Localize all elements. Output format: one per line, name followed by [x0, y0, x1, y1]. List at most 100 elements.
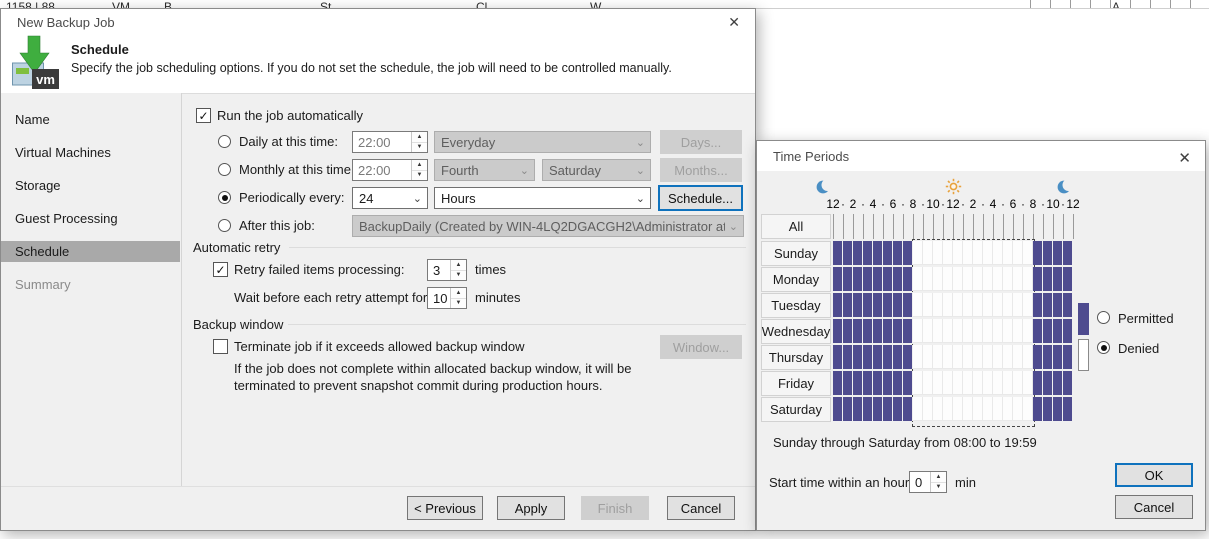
time-cell[interactable] [963, 371, 973, 395]
time-cell[interactable] [833, 345, 843, 369]
cancel-button[interactable]: Cancel [667, 496, 735, 520]
time-cell[interactable] [903, 345, 913, 369]
time-cell[interactable] [1063, 241, 1073, 265]
time-cell[interactable] [833, 241, 843, 265]
time-cell[interactable] [883, 293, 893, 317]
time-cell[interactable] [883, 371, 893, 395]
permitted-radio[interactable] [1097, 311, 1110, 324]
time-cell[interactable] [903, 241, 913, 265]
time-cell[interactable] [913, 241, 923, 265]
retry-count-spinner[interactable]: 3 ▲▼ [427, 259, 467, 281]
denied-radio[interactable] [1097, 341, 1110, 354]
time-cell[interactable] [963, 345, 973, 369]
time-cell[interactable] [913, 345, 923, 369]
time-cell[interactable] [1003, 293, 1013, 317]
time-cell[interactable] [853, 345, 863, 369]
time-cell[interactable] [843, 293, 853, 317]
time-cell[interactable] [1013, 319, 1023, 343]
time-cell[interactable] [863, 345, 873, 369]
time-cell[interactable] [993, 293, 1003, 317]
time-cell[interactable] [993, 267, 1003, 291]
day-button-friday[interactable]: Friday [761, 371, 831, 396]
time-cell[interactable] [973, 319, 983, 343]
sidebar-item-storage[interactable]: Storage [1, 175, 180, 196]
time-cell[interactable] [873, 397, 883, 421]
time-cell[interactable] [953, 293, 963, 317]
monthly-radio[interactable] [218, 163, 231, 176]
apply-button[interactable]: Apply [497, 496, 565, 520]
time-cell[interactable] [983, 319, 993, 343]
time-cell[interactable] [1063, 345, 1073, 369]
time-cell[interactable] [893, 319, 903, 343]
time-cell[interactable] [1043, 345, 1053, 369]
time-cell[interactable] [1033, 267, 1043, 291]
terminate-checkbox[interactable] [213, 339, 228, 354]
time-cell[interactable] [833, 267, 843, 291]
time-cell[interactable] [953, 241, 963, 265]
retry-checkbox[interactable]: ✓ [213, 262, 228, 277]
sidebar-item-name[interactable]: Name [1, 109, 180, 130]
time-cell[interactable] [883, 319, 893, 343]
interval-combo[interactable]: 24⌄ [352, 187, 428, 209]
time-cell[interactable] [903, 371, 913, 395]
time-cell[interactable] [853, 319, 863, 343]
time-cell[interactable] [913, 319, 923, 343]
time-cell[interactable] [863, 267, 873, 291]
time-cell[interactable] [933, 397, 943, 421]
time-cell[interactable] [963, 241, 973, 265]
time-cell[interactable] [1013, 345, 1023, 369]
time-cell[interactable] [923, 319, 933, 343]
time-cell[interactable] [913, 267, 923, 291]
time-cell[interactable] [833, 319, 843, 343]
time-cell[interactable] [883, 397, 893, 421]
time-cell[interactable] [1023, 267, 1033, 291]
time-cell[interactable] [1043, 319, 1053, 343]
time-cell[interactable] [983, 241, 993, 265]
time-cell[interactable] [1013, 267, 1023, 291]
time-cell[interactable] [973, 293, 983, 317]
time-cell[interactable] [993, 241, 1003, 265]
time-cell[interactable] [983, 397, 993, 421]
time-cell[interactable] [903, 397, 913, 421]
time-cell[interactable] [1023, 293, 1033, 317]
daily-time-spinner[interactable]: 22:00 ▲▼ [352, 131, 428, 153]
time-cell[interactable] [843, 319, 853, 343]
time-cell[interactable] [903, 293, 913, 317]
time-cell[interactable] [893, 397, 903, 421]
run-automatically-checkbox[interactable]: ✓ [196, 108, 211, 123]
time-cell[interactable] [923, 397, 933, 421]
time-cell[interactable] [1053, 267, 1063, 291]
ok-button[interactable]: OK [1115, 463, 1193, 487]
schedule-button[interactable]: Schedule... [658, 185, 743, 211]
time-cell[interactable] [943, 345, 953, 369]
time-cell[interactable] [893, 371, 903, 395]
wait-minutes-spinner[interactable]: 10 ▲▼ [427, 287, 467, 309]
time-cell[interactable] [883, 241, 893, 265]
interval-unit-combo[interactable]: Hours⌄ [434, 187, 651, 209]
time-cell[interactable] [933, 345, 943, 369]
close-icon[interactable]: ✕ [728, 14, 740, 31]
time-cell[interactable] [1033, 241, 1043, 265]
spinner-arrows[interactable]: ▲▼ [450, 288, 466, 308]
time-cell[interactable] [1053, 345, 1063, 369]
time-cell[interactable] [963, 293, 973, 317]
time-cell[interactable] [923, 241, 933, 265]
time-cell[interactable] [903, 267, 913, 291]
time-cell[interactable] [943, 371, 953, 395]
start-time-spinner[interactable]: 0 ▲▼ [909, 471, 947, 493]
time-cell[interactable] [863, 371, 873, 395]
time-cell[interactable] [963, 319, 973, 343]
time-cell[interactable] [893, 345, 903, 369]
time-cell[interactable] [1053, 241, 1063, 265]
time-cell[interactable] [833, 293, 843, 317]
time-cell[interactable] [1013, 241, 1023, 265]
sidebar-item-virtual-machines[interactable]: Virtual Machines [1, 142, 180, 163]
time-cell[interactable] [993, 319, 1003, 343]
time-cell[interactable] [873, 241, 883, 265]
time-cell[interactable] [853, 267, 863, 291]
time-cell[interactable] [1033, 371, 1043, 395]
time-cell[interactable] [853, 293, 863, 317]
previous-button[interactable]: < Previous [407, 496, 483, 520]
time-cell[interactable] [963, 397, 973, 421]
spinner-arrows[interactable]: ▲▼ [411, 132, 427, 152]
